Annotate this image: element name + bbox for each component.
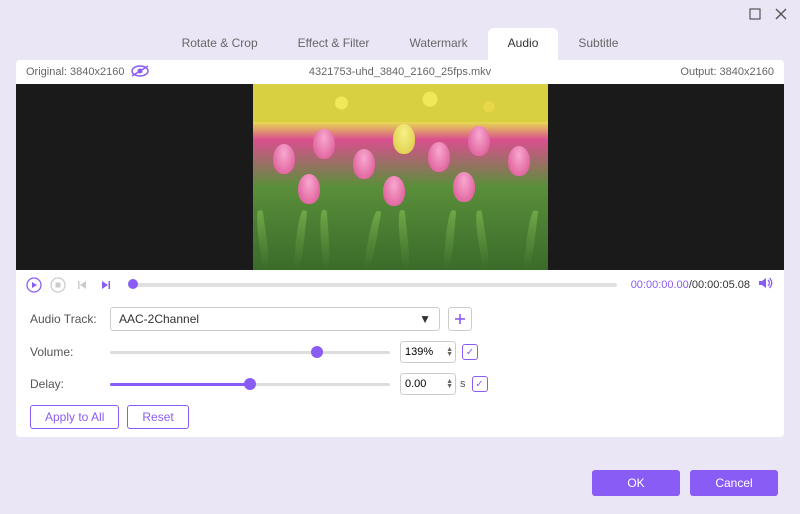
delay-step-down[interactable]: ▼: [446, 384, 453, 389]
output-resolution: Output: 3840x2160: [574, 66, 774, 78]
dialog-footer: OK Cancel: [592, 470, 778, 496]
next-frame-button[interactable]: [98, 277, 114, 293]
delay-slider-thumb[interactable]: [244, 378, 256, 390]
reset-button[interactable]: Reset: [127, 405, 188, 429]
ok-button[interactable]: OK: [592, 470, 680, 496]
tab-bar: Rotate & Crop Effect & Filter Watermark …: [0, 28, 800, 60]
video-preview: [16, 84, 784, 270]
volume-field[interactable]: [405, 346, 435, 358]
tab-watermark[interactable]: Watermark: [389, 28, 487, 60]
delay-unit: s: [460, 378, 466, 390]
titlebar: [0, 0, 800, 28]
audio-track-select[interactable]: AAC-2Channel ▼: [110, 307, 440, 331]
stop-button[interactable]: [50, 277, 66, 293]
filename-label: 4321753-uhd_3840_2160_25fps.mkv: [226, 66, 574, 78]
timeline-thumb[interactable]: [128, 279, 138, 289]
tab-subtitle[interactable]: Subtitle: [558, 28, 638, 60]
audio-form: Audio Track: AAC-2Channel ▼ Volume: ▲▼ ✓: [16, 299, 784, 395]
timeline-slider[interactable]: [128, 283, 617, 287]
volume-input[interactable]: ▲▼: [400, 341, 456, 363]
prev-frame-button[interactable]: [74, 277, 90, 293]
tab-audio[interactable]: Audio: [488, 28, 559, 60]
volume-step-down[interactable]: ▼: [446, 352, 453, 357]
maximize-icon[interactable]: [748, 7, 762, 21]
close-icon[interactable]: [774, 7, 788, 21]
volume-sync-toggle[interactable]: ✓: [462, 344, 478, 360]
cancel-button[interactable]: Cancel: [690, 470, 778, 496]
play-button[interactable]: [26, 277, 42, 293]
chevron-down-icon: ▼: [419, 312, 431, 326]
tab-rotate-crop[interactable]: Rotate & Crop: [162, 28, 278, 60]
delay-label: Delay:: [30, 377, 110, 391]
tab-effect-filter[interactable]: Effect & Filter: [278, 28, 390, 60]
add-track-button[interactable]: [448, 307, 472, 331]
volume-icon[interactable]: [758, 276, 774, 293]
delay-input[interactable]: ▲▼: [400, 373, 456, 395]
audio-track-label: Audio Track:: [30, 312, 110, 326]
original-resolution: Original: 3840x2160: [26, 66, 124, 78]
delay-sync-toggle[interactable]: ✓: [472, 376, 488, 392]
playback-controls: 00:00:00.00/00:00:05.08: [16, 270, 784, 299]
volume-label: Volume:: [30, 345, 110, 359]
main-panel: Original: 3840x2160 4321753-uhd_3840_216…: [16, 60, 784, 437]
audio-track-value: AAC-2Channel: [119, 312, 199, 326]
volume-slider-thumb[interactable]: [311, 346, 323, 358]
delay-field[interactable]: [405, 378, 435, 390]
volume-slider[interactable]: [110, 342, 390, 362]
time-display: 00:00:00.00/00:00:05.08: [631, 279, 750, 291]
apply-to-all-button[interactable]: Apply to All: [30, 405, 119, 429]
preview-thumbnail: [253, 84, 548, 270]
form-buttons: Apply to All Reset: [16, 405, 784, 429]
info-bar: Original: 3840x2160 4321753-uhd_3840_216…: [16, 60, 784, 84]
app-window: Rotate & Crop Effect & Filter Watermark …: [0, 0, 800, 514]
delay-slider[interactable]: [110, 374, 390, 394]
compare-toggle-icon[interactable]: [130, 64, 150, 81]
